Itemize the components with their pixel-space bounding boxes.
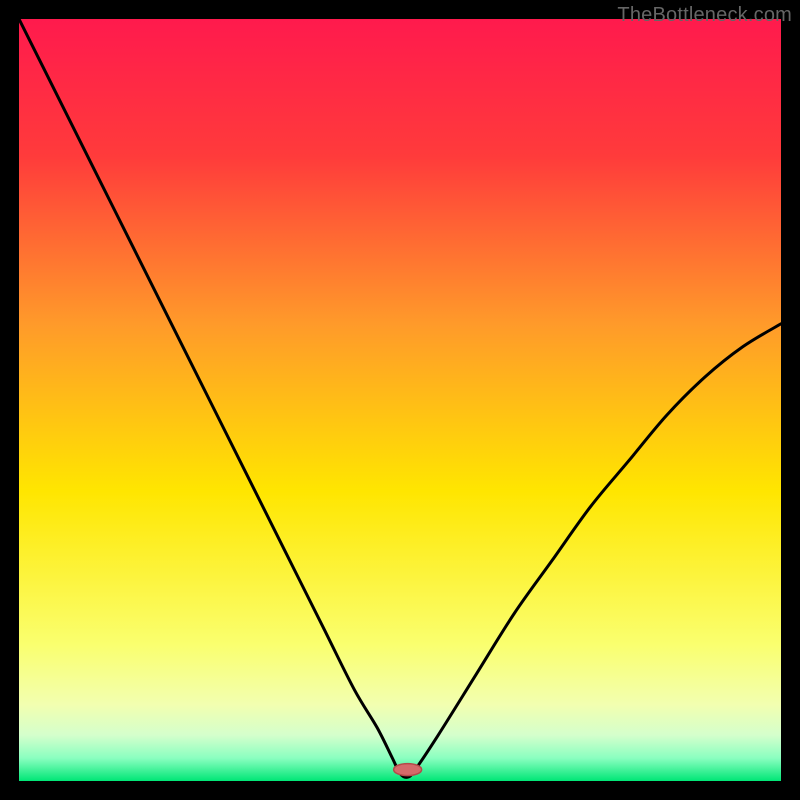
- optimum-marker: [394, 764, 422, 776]
- attribution-label: TheBottleneck.com: [617, 4, 792, 27]
- plot-area: [19, 19, 781, 781]
- chart-svg: [19, 19, 781, 781]
- page-canvas: TheBottleneck.com: [0, 0, 800, 800]
- gradient-background: [19, 19, 781, 781]
